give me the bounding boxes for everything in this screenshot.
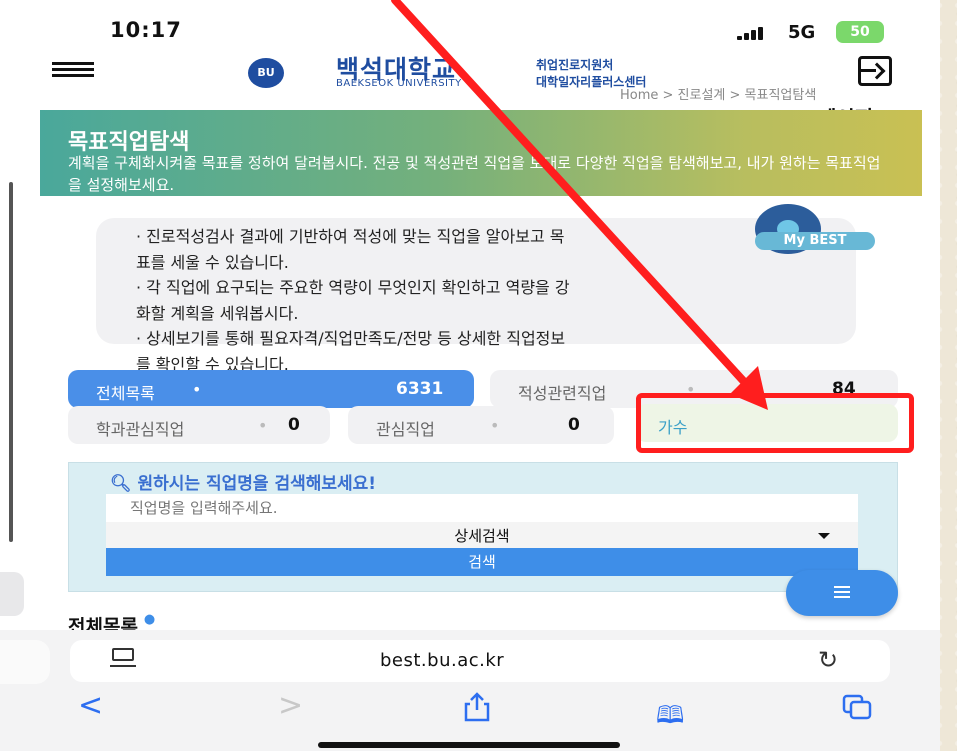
dot-icon: ● — [143, 612, 156, 627]
back-icon[interactable]: < — [78, 688, 103, 723]
info-line: · 각 직업에 요구되는 주요한 역량이 무엇인지 확인하고 역량을 강 — [136, 278, 570, 297]
bookmarks-icon[interactable]: 🕮︎ — [656, 698, 684, 739]
center-name-line1: 취업진로지원처 — [536, 58, 614, 72]
info-line: 화할 계획을 세워봅시다. — [136, 303, 299, 323]
filter-all-button[interactable]: 전체목록 • 6331 — [68, 370, 474, 408]
search-title-text: 원하시는 직업명을 검색해보세요! — [137, 474, 377, 494]
battery-icon: 50 — [836, 21, 884, 43]
filter-major-button[interactable]: 학과관심직업 • 0 — [68, 406, 330, 444]
dot-icon: • — [258, 416, 268, 435]
signal-icon — [737, 26, 777, 40]
filter-major-label: 학과관심직업 — [96, 420, 185, 439]
filter-interest-label: 관심직업 — [376, 420, 435, 439]
side-handle — [0, 572, 24, 616]
chevron-down-icon[interactable] — [818, 533, 830, 539]
university-logo[interactable]: BU — [248, 58, 284, 88]
search-icon: 🔍︎ — [110, 474, 132, 494]
page-description: 계획을 구체화시켜줄 목표를 정하여 달려봅시다. 전공 및 적성관련 직업을 … — [68, 154, 881, 194]
tabs-icon[interactable] — [842, 694, 872, 720]
annotation-box — [636, 393, 914, 453]
forward-icon[interactable]: > — [278, 688, 303, 723]
home-indicator[interactable] — [318, 742, 620, 748]
url-text[interactable]: best.bu.ac.kr — [380, 650, 504, 671]
network-label: 5G — [788, 22, 816, 43]
job-search-input[interactable] — [106, 494, 858, 522]
university-name-en: BAEKSEOK UNIVERSITY — [336, 78, 462, 89]
phone-screen: 10:17 5G 50 BU 백석대학교 BAEKSEOK UNIVERSITY… — [0, 0, 940, 751]
login-icon[interactable] — [858, 56, 892, 86]
filter-all-count: 6331 — [396, 379, 444, 399]
info-line: 표를 세울 수 있습니다. — [136, 252, 289, 272]
dot-icon: • — [490, 416, 500, 435]
status-time: 10:17 — [110, 18, 182, 42]
share-icon[interactable] — [462, 692, 492, 722]
filter-all-label: 전체목록 — [96, 384, 155, 403]
info-text: · 진로적성검사 결과에 기반하여 적성에 맞는 직업을 알아보고 목 표를 세… — [136, 224, 856, 377]
side-handle — [0, 640, 50, 684]
info-line: · 진로적성검사 결과에 기반하여 적성에 맞는 직업을 알아보고 목 — [136, 227, 565, 246]
breadcrumb: Home > 진로설계 > 목표직업탐색 — [620, 88, 817, 103]
filter-aptitude-label: 적성관련직업 — [518, 384, 607, 403]
floating-menu-button[interactable] — [786, 570, 898, 616]
filter-interest-button[interactable]: 관심직업 • 0 — [348, 406, 614, 444]
scrollbar[interactable] — [9, 182, 13, 542]
search-button[interactable]: 검색 — [106, 548, 858, 576]
status-bar: 10:17 5G 50 — [0, 0, 940, 48]
mybest-badge: My BEST — [755, 232, 875, 250]
dot-icon: • — [192, 380, 202, 399]
detail-search-select[interactable]: 상세검색 — [106, 522, 858, 550]
info-line: · 상세보기를 통해 필요자격/직업만족도/전망 등 상세한 직업정보 — [136, 329, 566, 348]
filter-interest-count: 0 — [568, 415, 580, 435]
menu-icon[interactable] — [52, 62, 94, 77]
reload-icon[interactable]: ↻ — [818, 646, 838, 674]
search-title: 🔍︎ 원하시는 직업명을 검색해보세요! — [110, 469, 376, 494]
reader-icon[interactable] — [110, 646, 136, 670]
filter-major-count: 0 — [288, 415, 300, 435]
